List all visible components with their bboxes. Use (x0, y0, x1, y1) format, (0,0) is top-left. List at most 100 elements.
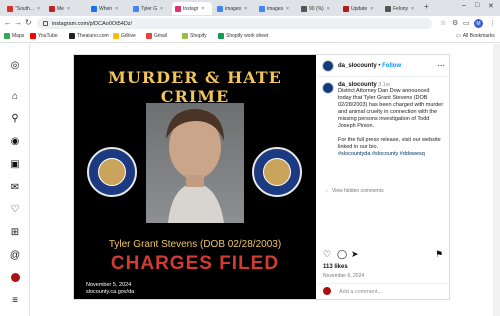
tab-favicon-icon (217, 5, 223, 12)
image-site: slocounty.ca.gov/da (86, 289, 135, 295)
folder-icon: ▭ (456, 33, 461, 39)
instagram-logo-icon[interactable]: ◎ (8, 58, 22, 72)
home-icon[interactable]: ⌂ (8, 89, 22, 103)
tab-favicon-icon (343, 5, 349, 12)
tab-label: When (99, 5, 113, 12)
instagram-page: ◎ ⌂ ⚲ ◉ ▣ ✉ ♡ ⊞ @ ≡ MURDER & HATE CRIME … (0, 44, 500, 316)
tab-close-icon[interactable]: × (201, 6, 204, 12)
comment-author-avatar[interactable] (322, 82, 334, 94)
more-options-icon[interactable]: ⋯ (437, 61, 445, 70)
comment-input[interactable]: Add a comment... (339, 289, 382, 295)
tab-close-icon[interactable]: × (411, 6, 414, 12)
threads-icon[interactable]: @ (8, 248, 22, 262)
browser-tab[interactable]: "South... × (4, 2, 44, 15)
follow-button[interactable]: Follow (382, 63, 401, 69)
browser-tab[interactable]: When × (88, 2, 128, 15)
profile-icon[interactable] (8, 270, 22, 284)
share-icon[interactable]: ➤ (351, 249, 359, 260)
browser-tab[interactable]: Felony × (382, 2, 422, 15)
tab-close-icon[interactable]: × (115, 6, 118, 12)
close-window-icon[interactable]: ✕ (488, 2, 494, 10)
bookmark-favicon-icon (182, 33, 188, 39)
extensions-icon[interactable]: ⚙ (452, 19, 458, 27)
browser-tab[interactable]: images × (214, 2, 254, 15)
like-icon[interactable]: ♡ (323, 249, 331, 260)
caption-body: District Attorney Dan Dow announced toda… (338, 88, 444, 158)
messages-icon[interactable]: ✉ (8, 180, 22, 194)
all-bookmarks[interactable]: ▭ All Bookmarks (456, 33, 495, 39)
explore-icon[interactable]: ◉ (8, 134, 22, 148)
caption-more: For the full press release, visit our we… (338, 137, 441, 150)
browser-tab[interactable]: Tyler G × (130, 2, 170, 15)
account-name[interactable]: da_slocounty (338, 63, 377, 69)
tab-favicon-icon (91, 5, 97, 12)
account-avatar[interactable] (322, 60, 334, 72)
tab-favicon-icon (301, 5, 307, 12)
tab-strip: "South... × Me × When × Tyler G × Instagr × images… (0, 0, 500, 16)
notifications-icon[interactable]: ♡ (8, 202, 22, 216)
forward-icon[interactable]: → (14, 18, 22, 27)
image-title: MURDER & HATE CRIME (108, 68, 282, 106)
browser-tab[interactable]: Update × (340, 2, 380, 15)
browser-tab[interactable]: Me × (46, 2, 86, 15)
tab-close-icon[interactable]: × (244, 6, 247, 12)
browser-tab[interactable]: images × (256, 2, 296, 15)
browser-tab[interactable]: Instagr × (172, 2, 212, 15)
likes-count[interactable]: 113 likes (323, 264, 348, 270)
tab-label: 90 (%) (309, 5, 324, 12)
profile-avatar[interactable]: M (474, 19, 483, 28)
tab-label: Me (57, 5, 64, 12)
url-text: instagram.com/p/DCAo0Ot54Dz/ (52, 20, 133, 27)
reels-icon[interactable]: ▣ (8, 157, 22, 171)
mugshot-photo (146, 103, 244, 223)
browser-tab[interactable]: 90 (%) × (298, 2, 338, 15)
caption-hashtags[interactable]: #slocountyda #slocounty #ddowesq (338, 151, 444, 158)
tab-close-icon[interactable]: × (160, 6, 163, 12)
post-header: da_slocounty • Follow ⋯ (317, 55, 449, 77)
tab-label: images (225, 5, 242, 12)
sidepanel-icon[interactable]: ▭ (463, 19, 470, 27)
bookmark-item[interactable]: Maps (4, 33, 24, 39)
district-attorney-seal-right (252, 147, 302, 197)
tab-close-icon[interactable]: × (67, 6, 70, 12)
site-info-icon[interactable] (43, 21, 48, 26)
image-date: November 5, 2024 (86, 282, 132, 288)
comment-icon[interactable]: ◯ (337, 249, 347, 260)
emoji-icon[interactable] (323, 287, 331, 295)
address-bar[interactable]: instagram.com/p/DCAo0Ot54Dz/ (37, 18, 432, 29)
account-line: da_slocounty • Follow (338, 63, 401, 69)
image-banner: CHARGES FILED (110, 253, 280, 274)
bookmark-label: Shopify work sheet (226, 33, 269, 39)
bookmark-favicon-icon (146, 33, 152, 39)
reload-icon[interactable]: ↻ (25, 18, 32, 27)
post-actions: ♡ ◯ ➤ ⚑ (317, 249, 449, 261)
minimize-icon[interactable]: – (462, 2, 466, 9)
back-icon[interactable]: ← (4, 18, 12, 27)
tab-close-icon[interactable]: × (327, 6, 330, 12)
bookmark-item[interactable]: Shopify work sheet (218, 33, 268, 39)
bookmark-item[interactable]: Gmail (146, 33, 167, 39)
create-icon[interactable]: ⊞ (8, 225, 22, 239)
tab-close-icon[interactable]: × (370, 6, 373, 12)
tab-close-icon[interactable]: × (286, 6, 289, 12)
bookmark-item[interactable]: Gdrive (113, 33, 136, 39)
star-icon[interactable]: ☆ (440, 19, 446, 27)
menu-icon[interactable]: ⋮ (489, 19, 496, 27)
bookmark-label: YouTube (38, 33, 58, 39)
image-footer: November 5, 2024 slocounty.ca.gov/da (86, 282, 134, 296)
tab-label: images (267, 5, 284, 12)
page-scrollbar[interactable] (493, 44, 500, 316)
search-icon[interactable]: ⚲ (8, 111, 22, 125)
tab-label: "South... (15, 5, 35, 12)
bookmark-item[interactable]: Shopify (182, 33, 207, 39)
new-tab-button[interactable]: + (424, 2, 429, 11)
bookmark-favicon-icon (30, 33, 36, 39)
bookmark-item[interactable]: Theaiuno.com (69, 33, 109, 39)
tab-close-icon[interactable]: × (37, 6, 40, 12)
save-icon[interactable]: ⚑ (435, 249, 443, 260)
more-menu-icon[interactable]: ≡ (8, 293, 22, 307)
view-hidden-comments[interactable]: ◌ View hidden comments (325, 188, 384, 194)
bookmark-item[interactable]: YouTube (30, 33, 58, 39)
browser-toolbar: ← → ↻ instagram.com/p/DCAo0Ot54Dz/ ☆ ⚙ ▭… (0, 16, 500, 31)
maximize-icon[interactable]: □ (475, 2, 479, 9)
